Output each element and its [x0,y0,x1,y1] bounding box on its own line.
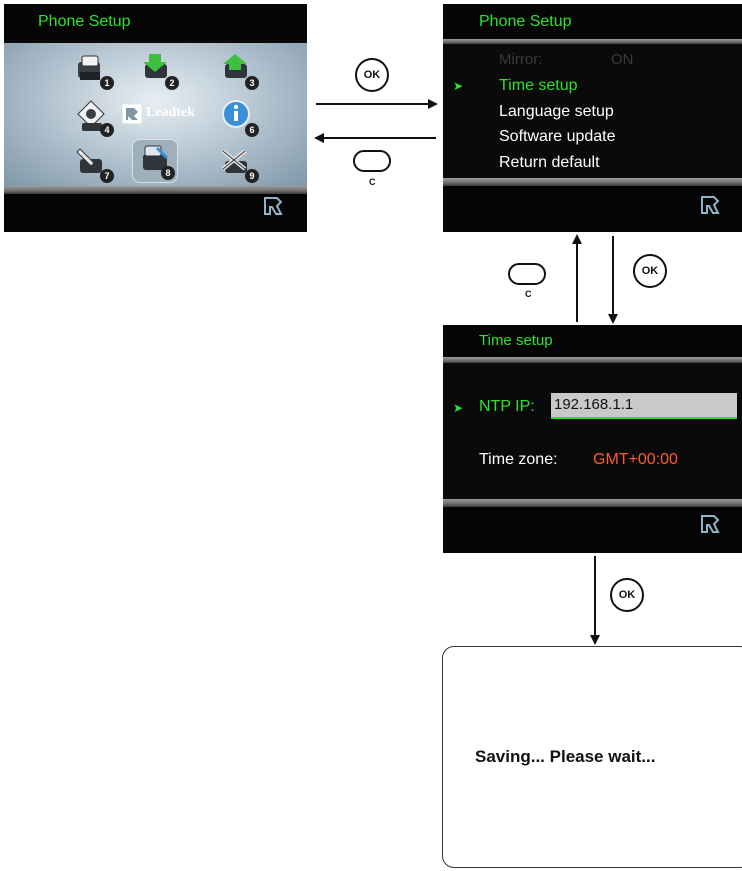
ok-button[interactable]: OK [355,58,389,92]
c-button-label: C [525,289,532,299]
flow-arrows [314,99,618,645]
c-button[interactable] [508,263,546,285]
ok-button[interactable]: OK [633,254,667,288]
c-button[interactable] [353,150,391,172]
ok-button[interactable]: OK [610,578,644,612]
c-button-label: C [369,177,376,187]
